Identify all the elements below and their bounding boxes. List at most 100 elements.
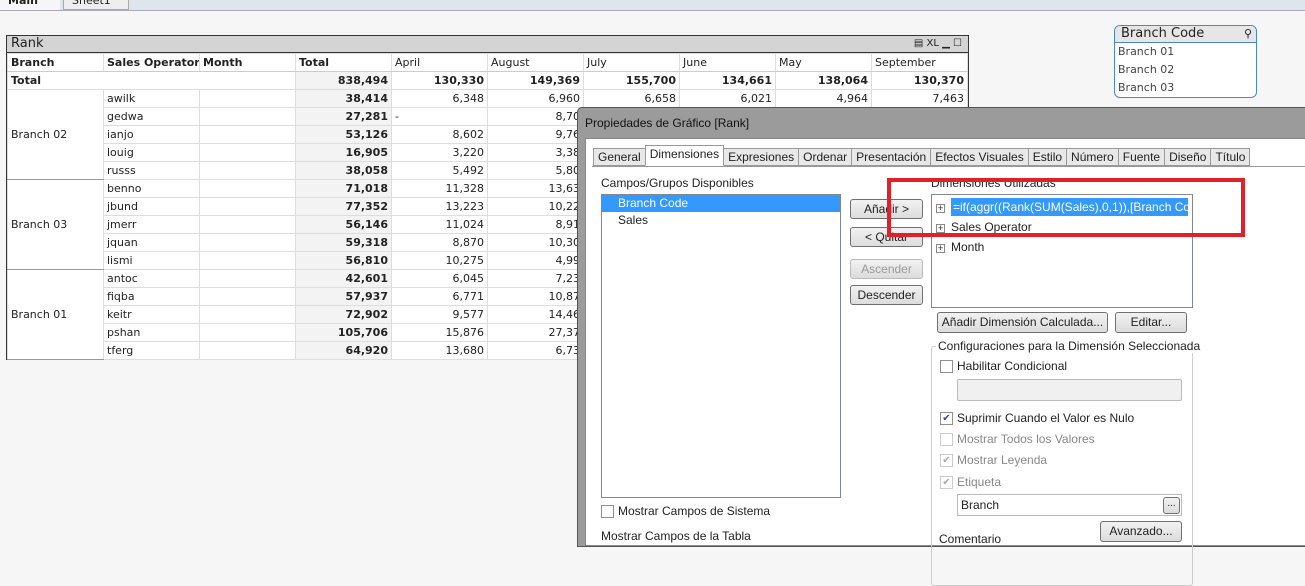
comment-label: Comentario bbox=[939, 532, 1002, 546]
tab-dimensiones[interactable]: Dimensiones bbox=[644, 145, 725, 166]
tab-general[interactable]: General bbox=[593, 148, 646, 166]
tab-efectos-visuales[interactable]: Efectos Visuales bbox=[930, 148, 1029, 166]
ascend-button[interactable]: Ascender bbox=[850, 259, 923, 279]
value-cell: 11,328 bbox=[391, 179, 488, 198]
sheet-tab-bar bbox=[0, 0, 1305, 11]
tab-diseño[interactable]: Diseño bbox=[1164, 148, 1212, 166]
value-cell: 13,223 bbox=[391, 197, 488, 216]
label-input[interactable]: Branch bbox=[957, 494, 1182, 516]
label-checkbox[interactable]: ✔ Etiqueta bbox=[940, 475, 1001, 489]
label-expression-button[interactable]: ... bbox=[1163, 497, 1180, 514]
listbox-item[interactable]: Branch 02 bbox=[1115, 61, 1256, 79]
add-calculated-dimension-button[interactable]: Añadir Dimensión Calculada... bbox=[937, 312, 1108, 333]
value-cell: 8,870 bbox=[391, 233, 488, 252]
operator-cell: tferg bbox=[103, 341, 200, 360]
header-row: Branch Sales Operator Month Total April Augus… bbox=[7, 53, 968, 72]
total-cell: 16,905 bbox=[295, 143, 392, 162]
available-fields-list[interactable]: Branch Code Sales bbox=[601, 194, 841, 498]
dialog-tabs: General Dimensiones Expresiones Ordenar Pres… bbox=[593, 145, 1251, 166]
value-cell: 10,275 bbox=[391, 251, 488, 270]
list-item[interactable]: + Month bbox=[936, 237, 1188, 257]
branch-code-listbox[interactable]: Branch Code ⚲ Branch 01 Branch 02 Branch … bbox=[1114, 25, 1257, 98]
tab-título[interactable]: Título bbox=[1210, 148, 1251, 166]
show-legend-checkbox[interactable]: ✔ Mostrar Leyenda bbox=[940, 453, 1047, 467]
checkbox-box[interactable] bbox=[601, 504, 614, 518]
value-cell: 10,87 bbox=[487, 287, 584, 306]
column-header[interactable]: August bbox=[487, 53, 584, 72]
column-header[interactable]: April bbox=[391, 53, 488, 72]
enable-conditional-checkbox[interactable]: Habilitar Condicional bbox=[940, 359, 1067, 373]
show-all-values-checkbox[interactable]: Mostrar Todos los Valores bbox=[940, 432, 1095, 446]
listbox-item[interactable]: Branch 03 bbox=[1115, 79, 1256, 97]
column-header[interactable]: May bbox=[775, 53, 872, 72]
advanced-button[interactable]: Avanzado... bbox=[1100, 521, 1182, 542]
total-label: Total bbox=[7, 71, 296, 90]
checkbox-box[interactable] bbox=[940, 359, 953, 373]
descend-button[interactable]: Descender bbox=[850, 285, 923, 305]
tab-main[interactable]: Main bbox=[0, 0, 60, 10]
checkbox-label: Mostrar Campos de Sistema bbox=[618, 504, 771, 518]
listbox-item[interactable]: Branch 01 bbox=[1115, 43, 1256, 61]
operator-cell: lismi bbox=[103, 251, 200, 270]
month-cell bbox=[199, 323, 296, 342]
chart-title: Rank bbox=[11, 36, 44, 51]
column-header[interactable]: Total bbox=[295, 53, 392, 72]
month-cell bbox=[199, 305, 296, 324]
total-cell: 130,370 bbox=[871, 71, 968, 90]
checkbox-box[interactable]: ✔ bbox=[940, 453, 953, 467]
value-cell: 6,045 bbox=[391, 269, 488, 288]
xl-export-icon[interactable]: XL bbox=[927, 38, 939, 49]
column-header[interactable]: Sales Operator bbox=[103, 53, 200, 72]
settings-label: Configuraciones para la Dimensión Selecc… bbox=[936, 339, 1203, 353]
total-cell: 138,064 bbox=[775, 71, 872, 90]
operator-cell: jbund bbox=[103, 197, 200, 216]
tab-ordenar[interactable]: Ordenar bbox=[798, 148, 853, 166]
value-cell: 8,91 bbox=[487, 215, 584, 234]
tab-expresiones[interactable]: Expresiones bbox=[723, 148, 800, 166]
minimize-icon[interactable]: ▁ bbox=[942, 38, 950, 49]
column-header[interactable]: Branch bbox=[7, 53, 104, 72]
column-header[interactable]: June bbox=[679, 53, 776, 72]
month-cell bbox=[199, 269, 296, 288]
suppress-null-checkbox[interactable]: ✔ Suprimir Cuando el Valor es Nulo bbox=[940, 411, 1134, 425]
value-cell: 9,76 bbox=[487, 125, 584, 144]
column-header[interactable]: September bbox=[871, 53, 968, 72]
total-cell: 134,661 bbox=[679, 71, 776, 90]
month-cell bbox=[199, 341, 296, 360]
maximize-icon[interactable]: ☐ bbox=[953, 38, 962, 49]
checkbox-box[interactable] bbox=[940, 432, 953, 446]
list-item[interactable]: Branch Code bbox=[602, 195, 840, 212]
value-cell: - bbox=[391, 107, 488, 126]
edit-button[interactable]: Editar... bbox=[1115, 312, 1187, 333]
show-system-fields-checkbox[interactable]: Mostrar Campos de Sistema bbox=[601, 504, 770, 518]
search-icon[interactable]: ⚲ bbox=[1244, 26, 1252, 42]
tab-número[interactable]: Número bbox=[1066, 148, 1119, 166]
operator-cell: awilk bbox=[103, 89, 200, 108]
total-cell: 59,318 bbox=[295, 233, 392, 252]
list-item[interactable]: Sales bbox=[602, 212, 840, 229]
expand-icon[interactable]: + bbox=[936, 244, 945, 253]
value-cell: 6,021 bbox=[679, 89, 776, 108]
total-cell: 71,018 bbox=[295, 179, 392, 198]
tab-sheet1[interactable]: Sheet1 bbox=[63, 0, 129, 10]
tab-fuente[interactable]: Fuente bbox=[1117, 148, 1166, 166]
operator-cell: pshan bbox=[103, 323, 200, 342]
month-cell bbox=[199, 125, 296, 144]
checkbox-box[interactable]: ✔ bbox=[940, 411, 953, 425]
value-cell: 4,964 bbox=[775, 89, 872, 108]
branch-cell: Branch 03 bbox=[7, 179, 104, 270]
value-cell: 10,22 bbox=[487, 197, 584, 216]
checkbox-box[interactable]: ✔ bbox=[940, 475, 953, 489]
conditional-input[interactable] bbox=[957, 379, 1182, 401]
tab-estilo[interactable]: Estilo bbox=[1027, 148, 1068, 166]
total-cell: 57,937 bbox=[295, 287, 392, 306]
column-header[interactable]: Month bbox=[199, 53, 296, 72]
label-value: Branch bbox=[961, 498, 1000, 512]
value-cell: 5,492 bbox=[391, 161, 488, 180]
tab-presentación[interactable]: Presentación bbox=[851, 148, 932, 166]
print-icon[interactable]: ▤ bbox=[914, 38, 923, 49]
column-header[interactable]: July bbox=[583, 53, 680, 72]
operator-cell: jmerr bbox=[103, 215, 200, 234]
value-cell: 13,680 bbox=[391, 341, 488, 360]
value-cell: 10,30 bbox=[487, 233, 584, 252]
